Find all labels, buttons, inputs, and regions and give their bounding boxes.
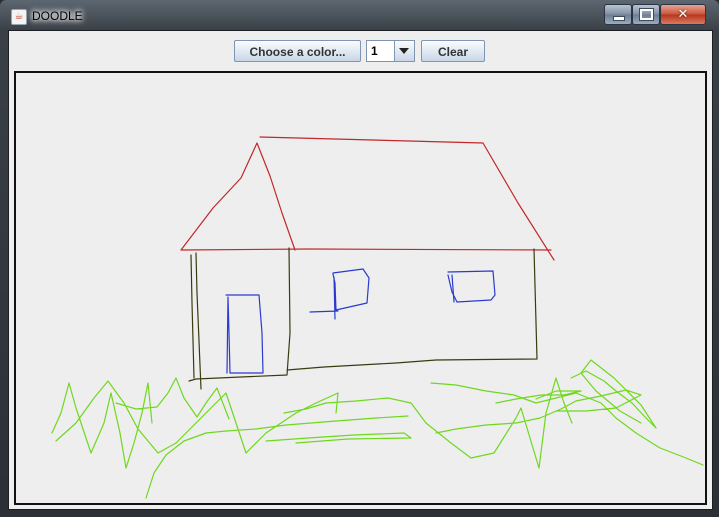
dropdown-arrow-button[interactable] [394, 41, 414, 61]
minimize-icon [613, 16, 625, 21]
app-window: ☕ DOODLE ✕ Choose a color... 1 Clear [0, 0, 719, 517]
choose-color-button[interactable]: Choose a color... [234, 40, 361, 62]
maximize-button[interactable] [632, 4, 660, 25]
toolbar: Choose a color... 1 Clear [9, 31, 712, 70]
stroke-size-select[interactable]: 1 [366, 40, 415, 62]
roof-stroke [180, 136, 555, 261]
minimize-button[interactable] [604, 4, 632, 25]
close-icon: ✕ [677, 7, 689, 22]
stroke-size-value: 1 [371, 44, 378, 58]
close-button[interactable]: ✕ [660, 4, 706, 25]
title-bar[interactable]: ☕ DOODLE ✕ [0, 0, 719, 30]
window-title: DOODLE [32, 9, 83, 23]
client-area: Choose a color... 1 Clear [8, 30, 713, 510]
grass-stroke [51, 359, 704, 499]
clear-button[interactable]: Clear [421, 40, 485, 62]
window-stroke [225, 268, 496, 374]
java-icon: ☕ [11, 9, 27, 25]
maximize-icon [639, 8, 654, 21]
doodle-drawing [51, 136, 704, 499]
drawing-canvas[interactable] [14, 71, 707, 505]
chevron-down-icon [399, 48, 409, 54]
